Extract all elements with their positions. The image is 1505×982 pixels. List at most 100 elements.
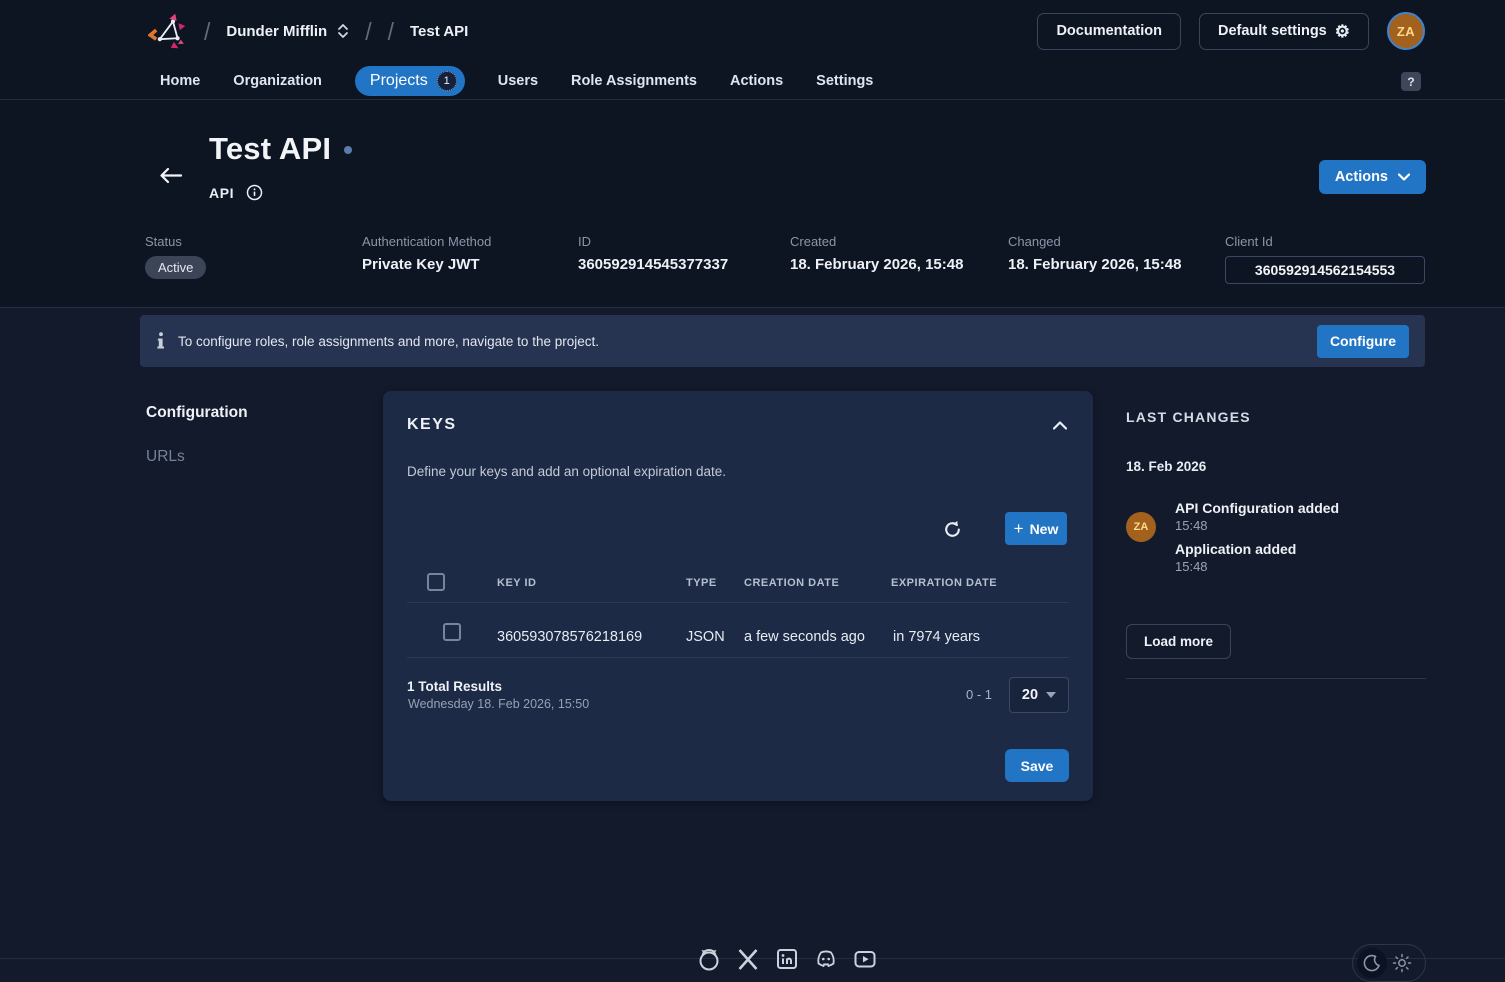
info-icon[interactable] [246, 184, 263, 201]
sidebar-item-urls[interactable]: URLs [146, 448, 248, 466]
save-button[interactable]: Save [1005, 749, 1069, 782]
table-row[interactable]: 360593078576218169 JSON a few seconds ag… [383, 609, 1093, 657]
page-size-select[interactable]: 20 [1009, 677, 1069, 713]
meta-label: Changed [1008, 234, 1225, 249]
page-title: Test API [209, 131, 331, 167]
select-all-checkbox[interactable] [427, 573, 445, 591]
keys-card-description: Define your keys and add an optional exp… [407, 464, 726, 479]
change-event: API Configuration added 15:48 [1175, 500, 1339, 533]
actions-dropdown-button[interactable]: Actions [1319, 160, 1426, 194]
status-badge: Active [145, 256, 206, 279]
chevron-down-icon [1398, 173, 1410, 181]
meta-changed: Changed 18. February 2026, 15:48 [1008, 234, 1225, 284]
column-header-key-id: KEY ID [497, 577, 536, 589]
row-checkbox[interactable] [443, 623, 461, 641]
client-id-value[interactable]: 360592914562154553 [1225, 256, 1425, 284]
table-divider [407, 602, 1069, 603]
logo-icon [148, 11, 188, 51]
change-event: Application added 15:48 [1175, 541, 1339, 574]
linkedin-icon[interactable] [775, 947, 799, 971]
default-settings-button[interactable]: Default settings ⚙ [1199, 13, 1369, 50]
nav-item-home[interactable]: Home [160, 73, 200, 89]
meta-status: Status Active [145, 234, 362, 284]
breadcrumb-current[interactable]: Test API [410, 23, 468, 40]
cell-key-id: 360593078576218169 [497, 629, 642, 645]
meta-label: Authentication Method [362, 234, 578, 249]
main-nav: Home Organization Projects 1 Users Role … [0, 62, 1505, 100]
change-events: API Configuration added 15:48 Applicatio… [1175, 500, 1339, 582]
meta-label: ID [578, 234, 790, 249]
caret-down-icon [1046, 692, 1056, 698]
plus-icon: + [1014, 520, 1024, 537]
refresh-icon [942, 519, 963, 540]
refresh-button[interactable] [939, 516, 965, 542]
load-more-button[interactable]: Load more [1126, 624, 1231, 659]
x-twitter-icon[interactable] [736, 947, 760, 971]
light-mode-button[interactable] [1389, 950, 1415, 976]
discord-icon[interactable] [814, 947, 838, 971]
nav-item-actions[interactable]: Actions [730, 73, 783, 89]
nav-item-organization[interactable]: Organization [233, 73, 322, 89]
actions-label: Actions [1335, 169, 1388, 185]
nav-item-users[interactable]: Users [498, 73, 538, 89]
configure-button[interactable]: Configure [1317, 325, 1409, 358]
meta-value: 18. February 2026, 15:48 [1008, 256, 1225, 273]
org-name: Dunder Mifflin [226, 23, 327, 40]
last-changes-title: LAST CHANGES [1126, 409, 1426, 425]
moon-icon [1363, 954, 1381, 972]
keys-table-header: KEY ID TYPE CREATION DATE EXPIRATION DAT… [383, 571, 1093, 601]
app-logo[interactable] [148, 11, 188, 51]
column-header-type: TYPE [686, 577, 717, 589]
new-key-label: New [1030, 521, 1059, 537]
meta-value: 360592914545377337 [578, 256, 790, 273]
pagination-range: 0 - 1 [966, 687, 992, 702]
chevron-up-icon [1053, 421, 1067, 430]
cell-creation-date: a few seconds ago [744, 629, 865, 645]
info-pillar-icon [156, 332, 166, 350]
event-time: 15:48 [1175, 518, 1339, 533]
help-button[interactable]: ? [1401, 72, 1421, 91]
page-title-row: Test API [209, 131, 352, 167]
changes-date: 18. Feb 2026 [1126, 459, 1426, 474]
nav-item-settings[interactable]: Settings [816, 73, 873, 89]
meta-created: Created 18. February 2026, 15:48 [790, 234, 1008, 284]
meta-auth-method: Authentication Method Private Key JWT [362, 234, 578, 284]
nav-item-role-assignments[interactable]: Role Assignments [571, 73, 697, 89]
panel-divider [1126, 678, 1426, 679]
column-header-expiration-date: EXPIRATION DATE [891, 577, 997, 589]
event-title: Application added [1175, 541, 1339, 557]
page-subtitle-row: API [209, 184, 263, 201]
state-dot-icon [344, 146, 352, 154]
arrow-left-icon [159, 167, 182, 184]
nav-item-projects[interactable]: Projects 1 [355, 66, 465, 96]
top-bar-actions: Documentation Default settings ⚙ ZA [1037, 12, 1425, 50]
user-avatar[interactable]: ZA [1387, 12, 1425, 50]
github-icon[interactable] [697, 947, 721, 971]
meta-label: Status [145, 234, 362, 249]
app-type-label: API [209, 185, 234, 201]
banner-text: To configure roles, role assignments and… [178, 334, 599, 349]
back-button[interactable] [156, 161, 184, 189]
table-divider [407, 657, 1069, 658]
app-root: { "header": { "org_name": "Dunder Miffli… [0, 0, 1505, 962]
new-key-button[interactable]: + New [1005, 512, 1067, 545]
dark-mode-button[interactable] [1357, 948, 1387, 978]
breadcrumb: / Dunder Mifflin / / Test API [148, 11, 468, 51]
header-hero-section: / Dunder Mifflin / / Test API Documentat… [0, 0, 1505, 308]
last-changes-panel: LAST CHANGES 18. Feb 2026 ZA API Configu… [1126, 401, 1426, 679]
youtube-icon[interactable] [853, 947, 877, 971]
section-sidebar: Configuration URLs [146, 404, 248, 466]
meta-value: 18. February 2026, 15:48 [790, 256, 1008, 273]
app-meta-row: Status Active Authentication Method Priv… [145, 234, 1426, 284]
sidebar-item-configuration[interactable]: Configuration [146, 404, 248, 422]
default-settings-label: Default settings [1218, 23, 1327, 39]
meta-id: ID 360592914545377337 [578, 234, 790, 284]
documentation-button[interactable]: Documentation [1037, 13, 1181, 50]
social-links [697, 947, 877, 971]
meta-value: Private Key JWT [362, 256, 578, 273]
org-selector[interactable]: Dunder Mifflin [226, 22, 349, 40]
event-title: API Configuration added [1175, 500, 1339, 516]
collapse-card-button[interactable] [1047, 414, 1073, 436]
changes-timeline: ZA API Configuration added 15:48 Applica… [1126, 500, 1426, 582]
meta-label: Client Id [1225, 234, 1426, 249]
